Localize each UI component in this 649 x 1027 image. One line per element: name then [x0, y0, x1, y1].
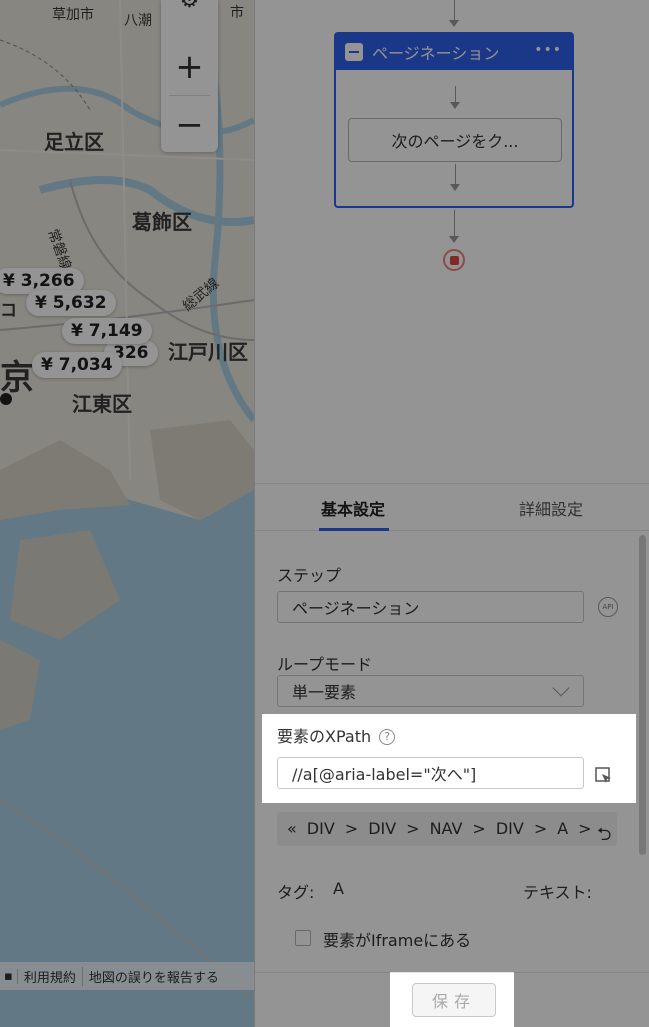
loop-node-header[interactable]: ページネーション •••	[336, 34, 572, 70]
map-label-koto: 江東区	[72, 392, 132, 416]
element-picker-icon[interactable]	[595, 767, 613, 785]
click-next-page-step[interactable]: 次のページをク...	[348, 118, 562, 162]
map-background	[0, 0, 254, 1027]
map-report-link[interactable]: 地図の誤りを報告する	[83, 967, 225, 986]
tab-basic-settings[interactable]: 基本設定	[321, 496, 385, 520]
map-label-yashio: 八潮	[124, 13, 152, 29]
xpath-input[interactable]: //a[@aria-label="次へ"]	[277, 757, 584, 789]
flow-arrow	[450, 184, 460, 191]
step-name-label: ステップ	[277, 566, 342, 585]
iframe-checkbox-label: 要素がIframeにある	[323, 931, 472, 950]
price-marker[interactable]: ¥ 5,632	[26, 290, 116, 316]
breadcrumb-item[interactable]: DIV	[307, 819, 335, 838]
tag-value: A	[333, 879, 344, 898]
zoom-controls: ⚙ + −	[161, 0, 218, 152]
settings-panel: ページネーション ••• 次のページをク... 基本設定 詳細設定 ステップ ペ…	[254, 0, 649, 1027]
map-label-edogawa: 江戸川区	[168, 340, 248, 364]
flow-arrow	[449, 20, 459, 27]
more-icon[interactable]: •••	[534, 42, 562, 58]
breadcrumb-item[interactable]: DIV	[368, 819, 396, 838]
loop-node-title: ページネーション	[372, 44, 500, 63]
map-label-adachi: 足立区	[44, 130, 104, 154]
flow-canvas: ページネーション ••• 次のページをク...	[255, 0, 649, 483]
map-footer: ▪ 利用規約 地図の誤りを報告する	[0, 962, 254, 990]
gear-icon[interactable]: ⚙	[161, 0, 218, 18]
map-label-stub: コ	[0, 301, 17, 321]
panel-scrollbar[interactable]	[639, 535, 646, 855]
map-footer-stub: ▪	[0, 968, 18, 984]
breadcrumb-item[interactable]: DIV	[496, 819, 524, 838]
flow-connector	[455, 164, 456, 186]
breadcrumb-item[interactable]: NAV	[430, 819, 463, 838]
return-icon[interactable]: ⮌	[597, 822, 611, 852]
help-icon[interactable]: ?	[379, 728, 396, 745]
footer-divider	[255, 972, 649, 973]
xpath-label: 要素のXPath?	[277, 723, 396, 747]
breadcrumb-sep: >	[406, 819, 420, 838]
step-name-input[interactable]: ページネーション	[277, 591, 584, 623]
location-dot	[0, 393, 12, 405]
map-label-katsushika: 葛飾区	[132, 210, 192, 234]
breadcrumb-back-icon[interactable]: «	[287, 819, 297, 838]
zoom-out-button[interactable]: −	[161, 96, 218, 153]
breadcrumb-sep: >	[472, 819, 486, 838]
save-button[interactable]: 保存	[412, 983, 496, 1017]
xpath-breadcrumb: « DIV > DIV > NAV > DIV > A >	[277, 812, 617, 846]
end-node-icon[interactable]	[443, 249, 465, 271]
flow-arrow	[449, 236, 459, 243]
flow-connector	[454, 210, 455, 238]
loop-mode-value: 単一要素	[292, 683, 357, 702]
breadcrumb-item[interactable]: A	[557, 819, 568, 838]
flow-arrow	[450, 102, 460, 109]
breadcrumb-sep: >	[344, 819, 359, 838]
flow-connector	[454, 0, 455, 22]
api-icon[interactable]: API	[598, 597, 618, 617]
loop-node[interactable]: ページネーション ••• 次のページをク...	[334, 32, 574, 208]
map-terms-link[interactable]: 利用規約	[18, 966, 83, 986]
collapse-icon[interactable]	[345, 43, 363, 61]
tab-advanced-settings[interactable]: 詳細設定	[519, 496, 583, 520]
text-label: テキスト:	[523, 883, 592, 902]
tab-active-indicator	[319, 528, 389, 531]
breadcrumb-sep: >	[578, 819, 592, 838]
iframe-checkbox[interactable]	[295, 930, 311, 946]
breadcrumb-sep: >	[533, 819, 548, 838]
map-view[interactable]: 草加市 八潮 市 足立区 葛飾区 常磐線 総武線 江戸川区 江東区 京 コ ¥ …	[0, 0, 254, 1027]
price-marker[interactable]: ¥ 7,149	[62, 318, 152, 344]
xpath-label-text: 要素のXPath	[277, 727, 372, 746]
price-marker[interactable]: ¥ 7,034	[32, 352, 122, 378]
loop-mode-select[interactable]: 単一要素	[277, 675, 584, 707]
map-label-soka: 草加市	[52, 7, 94, 23]
loop-mode-label: ループモード	[277, 655, 373, 674]
tag-label: タグ:	[277, 883, 315, 902]
zoom-in-button[interactable]: +	[161, 38, 218, 95]
map-label-misato: 市	[230, 5, 244, 21]
map-label-tokyo: 京	[0, 358, 34, 398]
settings-tabs: 基本設定 詳細設定	[255, 483, 649, 531]
